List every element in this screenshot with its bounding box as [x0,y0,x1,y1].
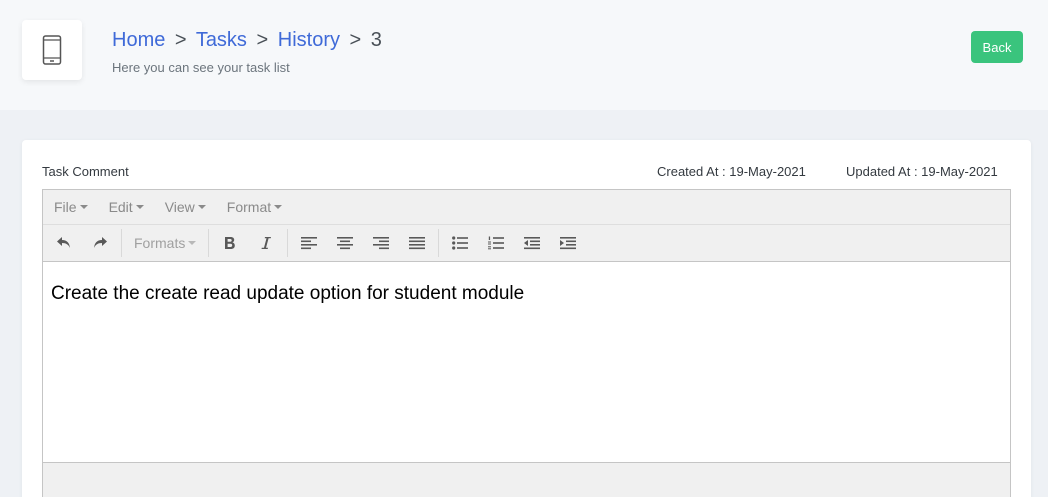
bold-icon [225,237,236,249]
numbered-list-icon [488,236,505,250]
formats-label: Formats [134,235,186,251]
undo-button[interactable] [49,230,79,256]
formats-dropdown[interactable]: Formats [134,235,197,251]
align-right-button[interactable] [366,230,396,256]
updated-at-text: Updated At : 19-May-2021 [846,164,998,179]
breadcrumb-current: 3 [370,29,382,51]
breadcrumb-separator: > [174,29,187,51]
outdent-button[interactable] [517,230,547,256]
indent-button[interactable] [553,230,583,256]
align-justify-button[interactable] [402,230,432,256]
align-left-icon [301,237,318,250]
align-center-icon [337,237,354,250]
created-at-text: Created At : 19-May-2021 [657,164,806,179]
toolbar-separator [121,229,122,257]
menu-edit-label: Edit [108,199,133,215]
menu-format[interactable]: Format [226,199,283,215]
caret-down-icon [79,205,88,209]
header-icon-box [22,20,82,80]
breadcrumb-separator: > [256,29,269,51]
menu-edit[interactable]: Edit [109,199,144,215]
bullet-list-button[interactable] [445,230,475,256]
outdent-icon [524,237,541,250]
breadcrumb-home[interactable]: Home [112,29,165,51]
page-subtitle: Here you can see your task list [112,60,290,75]
menu-format-label: Format [226,199,272,215]
breadcrumb-separator: > [349,29,362,51]
bullet-list-icon [452,236,469,250]
toolbar-separator [208,229,210,257]
caret-down-icon [274,205,283,209]
numbered-list-button[interactable] [481,230,511,256]
indent-icon [560,237,577,250]
toolbar-separator [287,229,289,257]
editor-menubar: File Edit View Format [43,190,1010,225]
menu-view[interactable]: View [165,199,206,215]
editor-toolbar: Formats [43,225,1010,262]
caret-down-icon [135,205,144,209]
caret-down-icon [188,241,197,245]
page-header: Home > Tasks > History > 3 Here you can … [0,0,1048,110]
align-right-icon [373,237,390,250]
editor-content[interactable]: Create the create read update option for… [43,262,1010,462]
menu-file[interactable]: File [54,199,88,215]
redo-button[interactable] [85,230,115,256]
caret-down-icon [197,205,206,209]
redo-icon [94,237,107,248]
menu-file-label: File [54,199,77,215]
breadcrumb-history[interactable]: History [278,29,340,51]
menu-view-label: View [164,199,195,215]
rich-text-editor: File Edit View Format Formats Create the… [42,189,1011,497]
task-comment-label: Task Comment [42,164,129,179]
toolbar-separator [438,229,440,257]
undo-icon [57,237,70,248]
align-justify-icon [409,237,426,250]
editor-statusbar [43,462,1010,497]
mobile-phone-icon [42,35,62,65]
align-center-button[interactable] [330,230,360,256]
breadcrumb-tasks[interactable]: Tasks [196,29,247,51]
task-comment-card: Task Comment Created At : 19-May-2021 Up… [22,140,1031,497]
italic-button[interactable] [251,230,281,256]
align-left-button[interactable] [294,230,324,256]
italic-icon [261,237,272,249]
bold-button[interactable] [215,230,245,256]
breadcrumb: Home > Tasks > History > 3 [112,28,382,52]
back-button[interactable]: Back [971,31,1023,63]
